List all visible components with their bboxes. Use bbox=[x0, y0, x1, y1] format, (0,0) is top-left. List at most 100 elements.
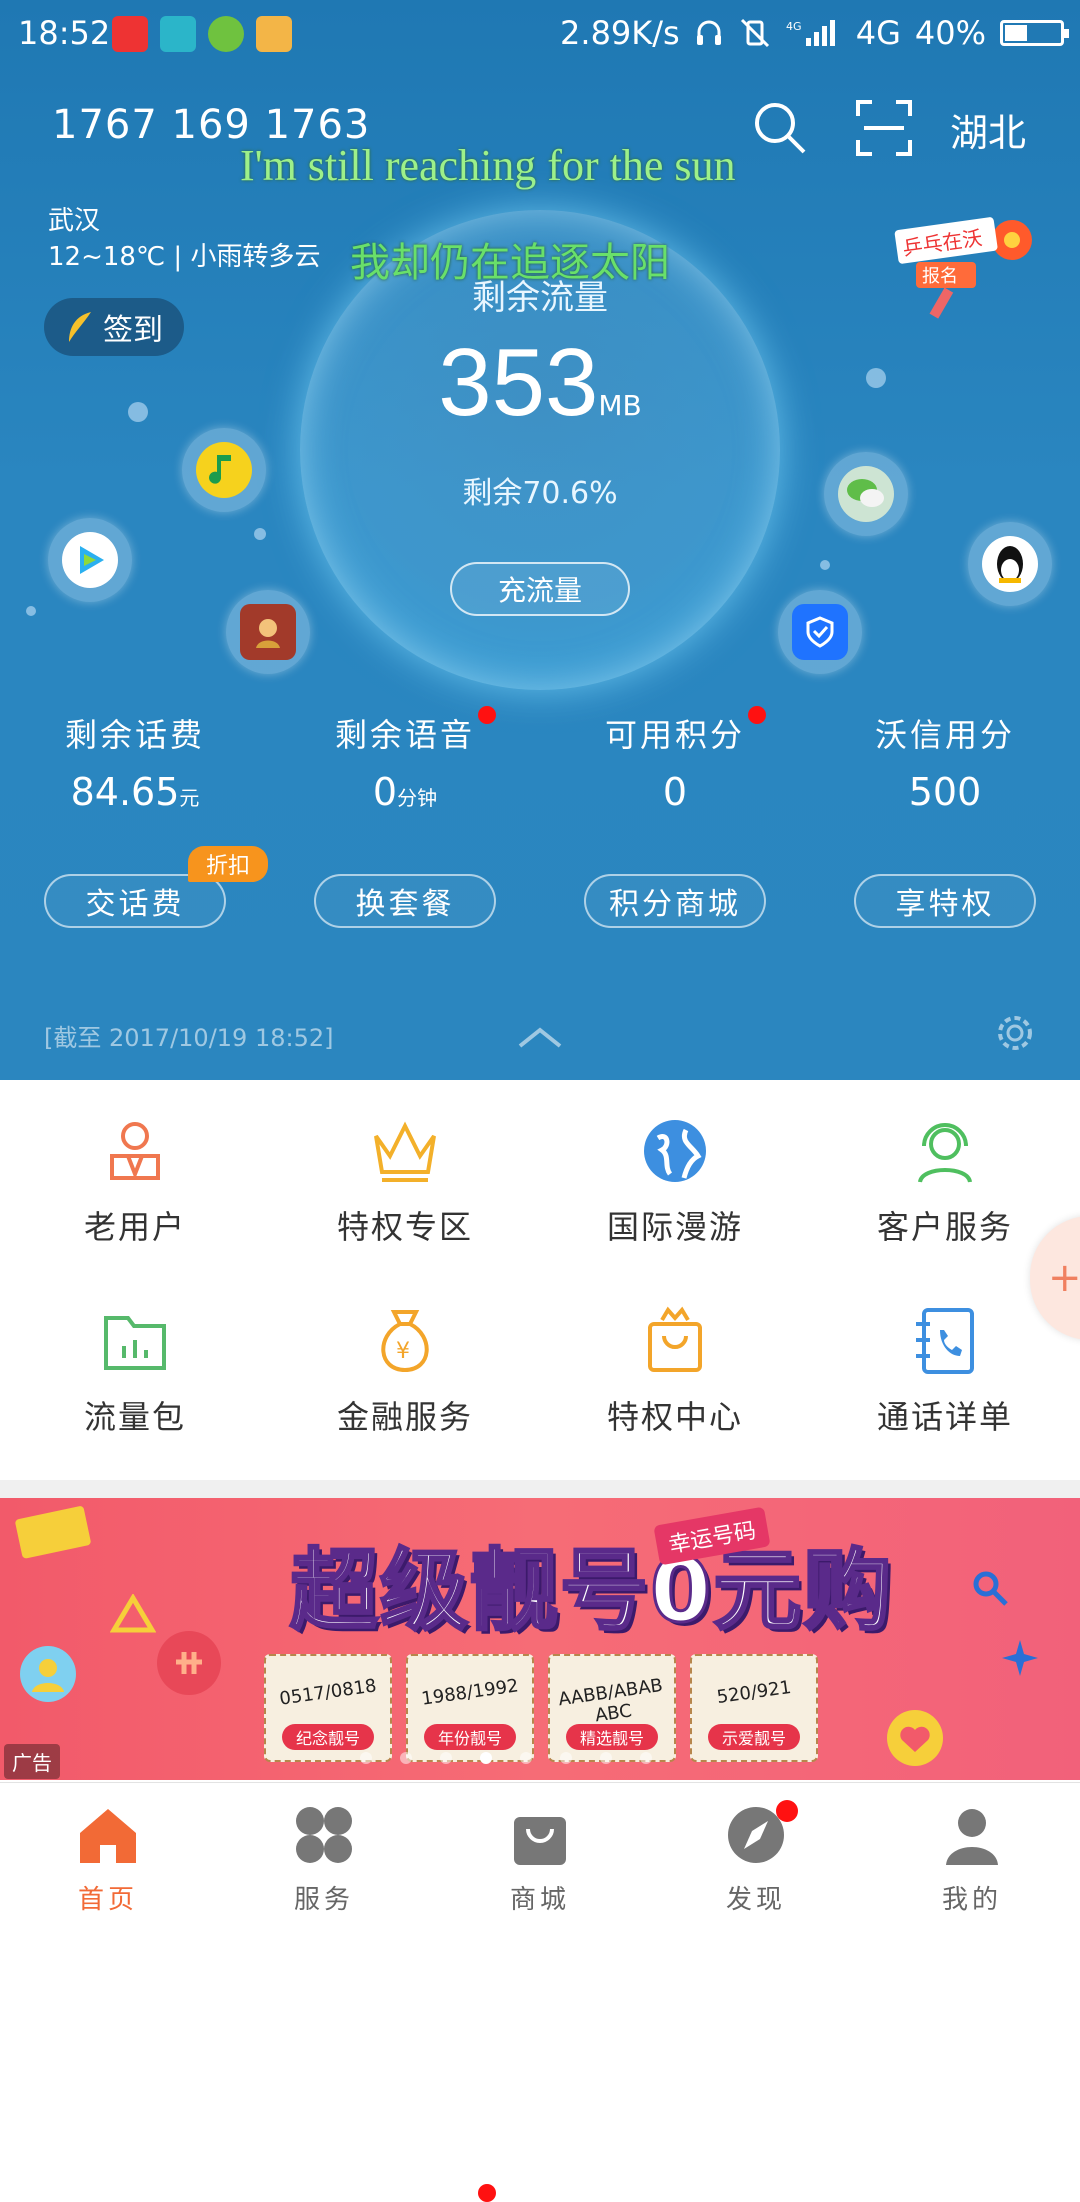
tab-discover[interactable]: 发现 bbox=[648, 1783, 864, 1921]
banner-title: 超级靓号0元购 bbox=[288, 1538, 894, 1644]
stat-points-number: 0 bbox=[662, 770, 688, 814]
game-hero-icon bbox=[240, 604, 296, 660]
tab-home[interactable]: 首页 bbox=[0, 1783, 216, 1921]
number-card[interactable]: AABB/ABAB ABC 精选靓号 bbox=[548, 1654, 676, 1762]
qq-orb[interactable] bbox=[968, 522, 1052, 606]
number-card-value: 1988/1992 bbox=[420, 1675, 520, 1710]
folder-chart-icon bbox=[104, 1316, 166, 1370]
number-card[interactable]: 0517/0818 纪念靓号 bbox=[264, 1654, 392, 1762]
netease-music-icon bbox=[112, 16, 148, 52]
grid-item-old-user[interactable]: 老用户 bbox=[0, 1080, 270, 1270]
settings-gear-icon[interactable] bbox=[994, 1012, 1036, 1054]
sign-in-label: 签到 bbox=[103, 313, 163, 348]
call-list-icon bbox=[916, 1308, 974, 1374]
stat-balance-unit: 元 bbox=[179, 786, 200, 810]
status-indicators: 2.89K/s 4G 4G 40% bbox=[560, 14, 1069, 52]
privilege-button[interactable]: 享特权 bbox=[854, 874, 1036, 928]
stat-credit-value: 500 bbox=[810, 770, 1080, 814]
update-timestamp: [截至 2017/10/19 18:52] bbox=[44, 1024, 334, 1052]
grid-item-privilege-zone[interactable]: 特权专区 bbox=[270, 1080, 540, 1270]
section-divider bbox=[0, 1480, 1080, 1498]
grid-item-label: 金融服务 bbox=[336, 1398, 473, 1436]
person-icon bbox=[946, 1809, 998, 1865]
battery-level bbox=[1005, 25, 1027, 41]
carousel-dot[interactable] bbox=[400, 1752, 412, 1764]
shopping-bag-icon bbox=[648, 1306, 702, 1372]
svg-text:¥: ¥ bbox=[396, 1339, 410, 1364]
bottom-tab-bar: 首页 服务 商城 发现 我的 bbox=[0, 1782, 1080, 1921]
sign-in-button[interactable]: 签到 bbox=[44, 298, 184, 356]
recharge-data-button[interactable]: 充流量 bbox=[450, 562, 630, 616]
crown-icon bbox=[374, 1121, 436, 1182]
pay-bill-button[interactable]: 交话费 bbox=[44, 874, 226, 928]
privilege-zone-dot bbox=[478, 2184, 496, 2202]
grid-item-label: 国际漫游 bbox=[606, 1208, 743, 1246]
grid-item-roaming[interactable]: 国际漫游 bbox=[540, 1080, 810, 1270]
tab-label: 首页 bbox=[77, 1885, 138, 1915]
dashboard-header: 18:52 2.89K/s 4G 4G 40% 1767 169 1763 湖北… bbox=[0, 0, 1080, 1080]
carousel-dot[interactable] bbox=[520, 1752, 532, 1764]
carousel-dot[interactable] bbox=[360, 1752, 372, 1764]
number-card[interactable]: 1988/1992 年份靓号 bbox=[406, 1654, 534, 1762]
change-plan-button[interactable]: 换套餐 bbox=[314, 874, 496, 928]
battery-percent: 40% bbox=[914, 14, 986, 52]
decor-dot bbox=[254, 528, 266, 540]
carousel-dot[interactable] bbox=[640, 1752, 652, 1764]
plus-icon: + bbox=[1048, 1255, 1080, 1301]
wechat-orb[interactable] bbox=[824, 452, 908, 536]
headset-icon bbox=[918, 1123, 972, 1183]
discount-badge: 折扣 bbox=[188, 846, 268, 882]
vibrate-mute-icon bbox=[740, 18, 769, 48]
number-card-tag: 年份靓号 bbox=[424, 1724, 516, 1750]
globe-icon bbox=[644, 1120, 706, 1182]
tab-services[interactable]: 服务 bbox=[216, 1783, 432, 1921]
scan-icon[interactable] bbox=[856, 100, 912, 156]
stat-voice-number: 0 bbox=[372, 770, 398, 814]
status-bar: 18:52 2.89K/s 4G 4G 40% bbox=[0, 0, 1080, 70]
data-balance-unit: MB bbox=[598, 389, 642, 422]
ping-pong-promo-icon[interactable]: 乒乓在沃 报名 bbox=[892, 210, 1042, 320]
ad-label: 广告 bbox=[4, 1744, 60, 1779]
security-orb[interactable] bbox=[778, 590, 862, 674]
ticket-decor-icon bbox=[15, 1506, 91, 1559]
tencent-video-orb[interactable] bbox=[48, 518, 132, 602]
game-orb[interactable] bbox=[226, 590, 310, 674]
stat-balance-value: 84.65元 bbox=[0, 770, 270, 814]
region-selector[interactable]: 湖北 bbox=[950, 102, 1026, 157]
carousel-dot[interactable] bbox=[440, 1752, 452, 1764]
stat-credit[interactable]: 沃信用分 500 bbox=[810, 710, 1080, 814]
decor-dot bbox=[26, 606, 36, 616]
collapse-chevron-icon[interactable] bbox=[516, 1024, 564, 1050]
tab-me[interactable]: 我的 bbox=[864, 1783, 1080, 1921]
qq-penguin-icon bbox=[982, 536, 1038, 592]
shopping-bag-icon bbox=[514, 1817, 566, 1865]
promo-banner[interactable]: 超级靓号0元购 幸运号码 0517/0818 纪念靓号 1988/1992 年份靓号… bbox=[0, 1498, 1080, 1780]
number-card-tag: 精选靓号 bbox=[566, 1724, 658, 1750]
data-balance-number: 353 bbox=[438, 329, 599, 436]
tab-mall[interactable]: 商城 bbox=[432, 1783, 648, 1921]
search-decor-icon bbox=[973, 1571, 1008, 1606]
grid-item-privilege-center[interactable]: 特权中心 bbox=[540, 1270, 810, 1460]
number-card-value: 0517/0818 bbox=[278, 1675, 378, 1710]
shield-icon bbox=[792, 604, 848, 660]
qq-music-orb[interactable] bbox=[182, 428, 266, 512]
grid-item-label: 老用户 bbox=[83, 1208, 186, 1246]
number-card[interactable]: 520/921 示爱靓号 bbox=[690, 1654, 818, 1762]
stat-credit-label: 沃信用分 bbox=[874, 716, 1015, 754]
grid-item-data-pack[interactable]: 流量包 bbox=[0, 1270, 270, 1460]
stat-voice[interactable]: 剩余语音 0分钟 bbox=[270, 710, 540, 814]
voice-notification-dot bbox=[478, 706, 496, 724]
data-balance-percent: 剩余70.6% bbox=[462, 476, 618, 511]
number-card-value: 520/921 bbox=[715, 1676, 793, 1709]
svg-text:报名: 报名 bbox=[922, 266, 958, 287]
stat-points-label: 可用积分 bbox=[604, 716, 745, 754]
grid-item-finance[interactable]: ¥ 金融服务 bbox=[270, 1270, 540, 1460]
play-icon bbox=[62, 532, 118, 588]
points-mall-button[interactable]: 积分商城 bbox=[584, 874, 766, 928]
carousel-dot[interactable] bbox=[600, 1752, 612, 1764]
carousel-dot[interactable] bbox=[560, 1752, 572, 1764]
stat-points[interactable]: 可用积分 0 bbox=[540, 710, 810, 814]
search-icon[interactable] bbox=[752, 100, 808, 156]
carousel-dot-active[interactable] bbox=[480, 1752, 492, 1764]
stat-balance[interactable]: 剩余话费 84.65元 bbox=[0, 710, 270, 814]
